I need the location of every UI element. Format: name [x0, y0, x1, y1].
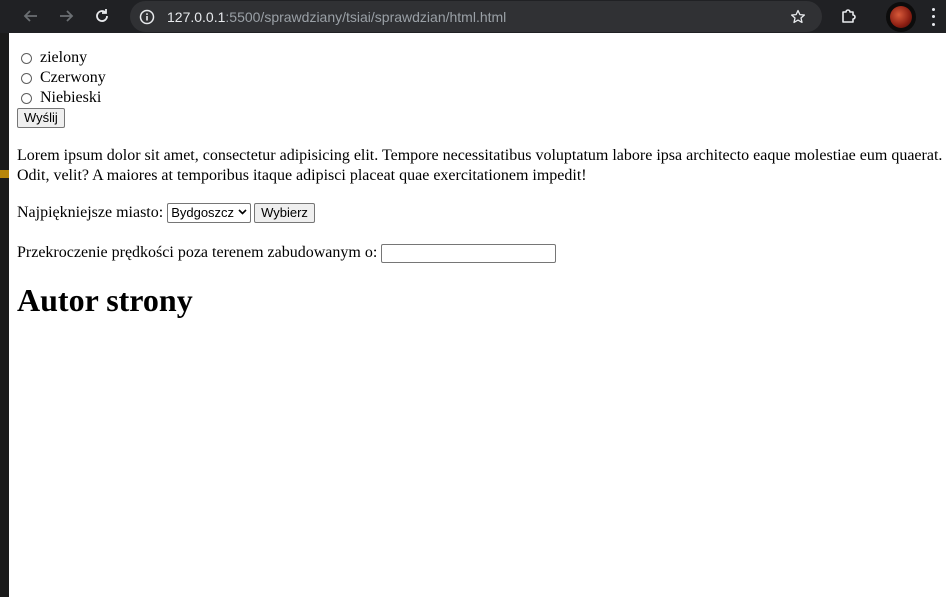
radio-option-zielony[interactable]: zielony: [21, 48, 946, 68]
radio-option-czerwony[interactable]: Czerwony: [21, 68, 946, 88]
radio-label: Czerwony: [40, 69, 106, 86]
star-icon[interactable]: [788, 7, 808, 27]
radio-button[interactable]: [21, 72, 32, 84]
extensions-icon[interactable]: [838, 5, 860, 27]
url-host: 127.0.0.1: [167, 9, 226, 25]
city-row: Najpiękniejsze miasto: Bydgoszcz Wybierz: [17, 202, 946, 224]
url-path: :5500/sprawdziany/tsiai/sprawdzian/html.…: [225, 9, 507, 25]
address-bar[interactable]: 127.0.0.1:5500/sprawdziany/tsiai/sprawdz…: [130, 1, 822, 32]
submit-button[interactable]: Wyślij: [17, 108, 65, 128]
page-content: zielony Czerwony Niebieski Wyślij Lorem …: [17, 48, 946, 320]
chevron-down-icon: [238, 205, 247, 221]
menu-icon[interactable]: [926, 6, 940, 28]
radio-button[interactable]: [21, 92, 32, 104]
city-selected-value: Bydgoszcz: [171, 205, 235, 220]
radio-button[interactable]: [21, 52, 32, 64]
city-label: Najpiękniejsze miasto:: [17, 204, 164, 221]
reload-icon[interactable]: [89, 4, 115, 28]
city-select[interactable]: Bydgoszcz: [167, 203, 252, 223]
radio-option-niebieski[interactable]: Niebieski: [21, 88, 946, 108]
forward-arrow-icon[interactable]: [53, 4, 79, 28]
strip-mark: [0, 170, 9, 178]
info-icon[interactable]: [138, 8, 156, 26]
profile-avatar[interactable]: [886, 2, 916, 32]
speed-row: Przekroczenie prędkości poza terenem zab…: [17, 242, 946, 264]
choose-button[interactable]: Wybierz: [254, 203, 315, 223]
speed-input[interactable]: [381, 243, 557, 263]
browser-toolbar: 127.0.0.1:5500/sprawdziany/tsiai/sprawdz…: [0, 0, 946, 33]
lorem-paragraph: Lorem ipsum dolor sit amet, consectetur …: [17, 147, 943, 184]
speed-label: Przekroczenie prędkości poza terenem zab…: [17, 244, 378, 261]
radio-label: zielony: [40, 49, 88, 66]
page-heading: Autor strony: [17, 282, 193, 318]
back-arrow-icon[interactable]: [18, 4, 44, 28]
radio-label: Niebieski: [40, 89, 102, 106]
left-desktop-strip: [0, 0, 9, 597]
url-text[interactable]: 127.0.0.1:5500/sprawdziany/tsiai/sprawdz…: [167, 9, 506, 25]
